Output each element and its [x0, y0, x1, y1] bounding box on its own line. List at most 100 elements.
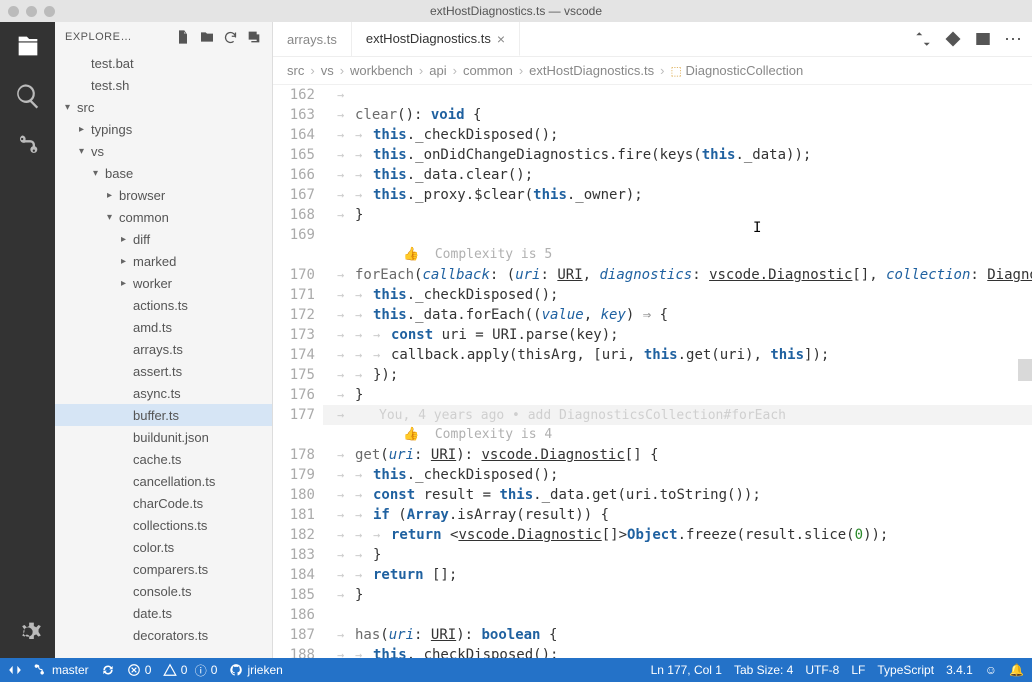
breadcrumb-item[interactable]: common — [463, 63, 513, 78]
code-line[interactable]: →} — [323, 385, 1032, 405]
code-line[interactable]: →→this._checkDisposed(); — [323, 465, 1032, 485]
code-line[interactable]: →→this._checkDisposed(); — [323, 285, 1032, 305]
more-actions-icon[interactable]: ⋯ — [1004, 29, 1022, 50]
tree-item[interactable]: ▾base — [55, 162, 272, 184]
status-eol[interactable]: LF — [851, 663, 865, 677]
tab[interactable]: extHostDiagnostics.ts× — [352, 22, 520, 56]
code-line[interactable]: →} — [323, 205, 1032, 225]
tree-item[interactable]: comparers.ts — [55, 558, 272, 580]
breadcrumb-item[interactable]: ⬚ DiagnosticCollection — [671, 63, 804, 78]
code-line[interactable]: →→this._proxy.$clear(this._owner); — [323, 185, 1032, 205]
tab[interactable]: arrays.ts — [273, 22, 352, 56]
status-cursor-position[interactable]: Ln 177, Col 1 — [651, 663, 722, 677]
code-editor[interactable]: 1621631641651661671681691701711721731741… — [273, 85, 1032, 658]
status-notifications-icon[interactable]: 🔔 — [1009, 663, 1024, 677]
source-control-icon[interactable] — [14, 132, 42, 160]
code-line[interactable]: →→}); — [323, 365, 1032, 385]
breadcrumb-item[interactable]: src — [287, 63, 304, 78]
tree-item[interactable]: ▸worker — [55, 272, 272, 294]
tree-item[interactable]: buffer.ts — [55, 404, 272, 426]
tree-item[interactable]: test.sh — [55, 74, 272, 96]
tree-item[interactable]: async.ts — [55, 382, 272, 404]
code-line[interactable]: →→} — [323, 545, 1032, 565]
tabs: arrays.tsextHostDiagnostics.ts× — [273, 22, 520, 56]
code-line[interactable]: →} — [323, 585, 1032, 605]
status-branch[interactable]: master — [34, 663, 89, 677]
code-line[interactable]: →→return []; — [323, 565, 1032, 585]
status-remote[interactable] — [8, 663, 22, 677]
code-line[interactable]: →→→const uri = URI.parse(key); — [323, 325, 1032, 345]
status-ts-version[interactable]: 3.4.1 — [946, 663, 973, 677]
status-problems[interactable]: 0 0 ⓘ 0 — [127, 662, 218, 679]
tree-item[interactable]: collections.ts — [55, 514, 272, 536]
new-file-icon[interactable] — [175, 29, 191, 45]
tree-item[interactable]: decorators.ts — [55, 624, 272, 646]
status-user[interactable]: jrieken — [229, 663, 282, 677]
new-folder-icon[interactable] — [199, 29, 215, 45]
tree-item[interactable]: arrays.ts — [55, 338, 272, 360]
code-line[interactable]: →→const result = this._data.get(uri.toSt… — [323, 485, 1032, 505]
tree-item[interactable]: actions.ts — [55, 294, 272, 316]
code-line[interactable] — [323, 225, 1032, 245]
code-line[interactable]: →→→callback.apply(thisArg, [uri, this.ge… — [323, 345, 1032, 365]
close-window-icon[interactable] — [8, 6, 19, 17]
code-line[interactable]: →You, 4 years ago • add DiagnosticsColle… — [323, 405, 1032, 425]
breadcrumb-item[interactable]: extHostDiagnostics.ts — [529, 63, 654, 78]
code-line[interactable]: →clear(): void { — [323, 105, 1032, 125]
refresh-icon[interactable] — [223, 30, 238, 45]
code-content[interactable]: →→clear(): void {→→this._checkDisposed()… — [323, 85, 1032, 658]
code-line[interactable]: →has(uri: URI): boolean { — [323, 625, 1032, 645]
tree-item[interactable]: buildunit.json — [55, 426, 272, 448]
settings-gear-icon[interactable] — [14, 618, 42, 646]
close-tab-icon[interactable]: × — [497, 31, 505, 47]
tree-item[interactable]: test.bat — [55, 52, 272, 74]
tree-item[interactable]: ▾common — [55, 206, 272, 228]
status-feedback-icon[interactable]: ☺ — [985, 663, 997, 677]
tree-item[interactable]: amd.ts — [55, 316, 272, 338]
codelens-complexity[interactable]: 👍 Complexity is 4 — [323, 425, 1032, 445]
scrollbar-thumb[interactable] — [1018, 359, 1032, 381]
tree-item[interactable]: assert.ts — [55, 360, 272, 382]
tree-item[interactable]: ▸browser — [55, 184, 272, 206]
code-line[interactable]: →→this._onDidChangeDiagnostics.fire(keys… — [323, 145, 1032, 165]
status-sync[interactable] — [101, 663, 115, 677]
search-icon[interactable] — [14, 82, 42, 110]
breadcrumb-item[interactable]: api — [429, 63, 446, 78]
tree-item[interactable]: date.ts — [55, 602, 272, 624]
tree-item[interactable]: color.ts — [55, 536, 272, 558]
code-line[interactable]: →forEach(callback: (uri: URI, diagnostic… — [323, 265, 1032, 285]
minimize-window-icon[interactable] — [26, 6, 37, 17]
collapse-all-icon[interactable] — [246, 29, 262, 45]
tree-item[interactable]: ▸marked — [55, 250, 272, 272]
zoom-window-icon[interactable] — [44, 6, 55, 17]
breadcrumbs[interactable]: src›vs›workbench›api›common›extHostDiagn… — [273, 57, 1032, 85]
explorer-icon[interactable] — [14, 32, 42, 60]
status-encoding[interactable]: UTF-8 — [805, 663, 839, 677]
tree-item[interactable]: ▸typings — [55, 118, 272, 140]
tree-item[interactable]: ▸diff — [55, 228, 272, 250]
breadcrumb-item[interactable]: vs — [321, 63, 334, 78]
code-line[interactable]: →→this._checkDisposed(); — [323, 125, 1032, 145]
tree-item[interactable]: cache.ts — [55, 448, 272, 470]
tree-item[interactable]: ▾src — [55, 96, 272, 118]
tree-item[interactable]: cancellation.ts — [55, 470, 272, 492]
code-line[interactable]: →→this._data.forEach((value, key) ⇒ { — [323, 305, 1032, 325]
tree-item[interactable]: ▾vs — [55, 140, 272, 162]
code-line[interactable] — [323, 605, 1032, 625]
code-line[interactable]: →→this._checkDisposed(); — [323, 645, 1032, 658]
status-language[interactable]: TypeScript — [877, 663, 934, 677]
code-line[interactable]: →get(uri: URI): vscode.Diagnostic[] { — [323, 445, 1032, 465]
status-tab-size[interactable]: Tab Size: 4 — [734, 663, 793, 677]
breadcrumb-item[interactable]: workbench — [350, 63, 413, 78]
code-line[interactable]: →→→return <vscode.Diagnostic[]>Object.fr… — [323, 525, 1032, 545]
tree-item[interactable]: console.ts — [55, 580, 272, 602]
code-line[interactable]: →→this._data.clear(); — [323, 165, 1032, 185]
file-tree[interactable]: test.battest.sh▾src▸typings▾vs▾base▸brow… — [55, 52, 272, 658]
code-line[interactable]: → — [323, 85, 1032, 105]
compare-icon[interactable] — [914, 30, 932, 48]
split-editor-icon[interactable] — [974, 30, 992, 48]
code-line[interactable]: →→if (Array.isArray(result)) { — [323, 505, 1032, 525]
format-icon[interactable] — [944, 30, 962, 48]
codelens-complexity[interactable]: 👍 Complexity is 5 — [323, 245, 1032, 265]
tree-item[interactable]: charCode.ts — [55, 492, 272, 514]
